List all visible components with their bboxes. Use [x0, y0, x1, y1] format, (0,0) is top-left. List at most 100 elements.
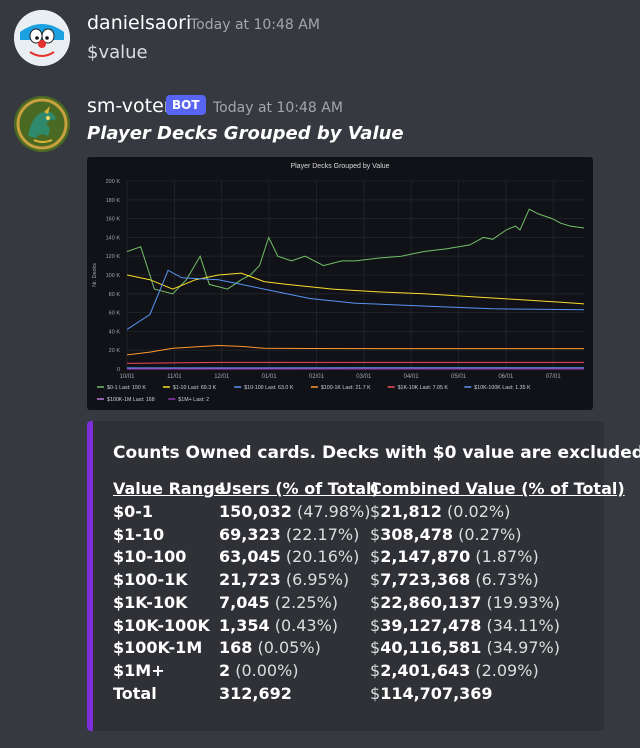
y-tick-label: 0: [117, 367, 120, 373]
value-pct: (2.09%): [470, 660, 539, 680]
range-cell: $1M+: [113, 660, 165, 680]
y-tick-label: 200 K: [106, 179, 121, 185]
value-cell: $22,860,137 (19.93%): [370, 593, 560, 612]
line-chart: Player Decks Grouped by Value 0 20 K 40 K 60…: [92, 163, 585, 403]
chart-title: Player Decks Grouped by Value: [290, 163, 389, 170]
x-tick-label: 01/01: [262, 374, 278, 380]
username[interactable]: sm-voter: [87, 95, 172, 117]
bot-avatar[interactable]: [14, 96, 70, 152]
x-tick-label: 04/01: [404, 374, 420, 380]
users-cell: 150,032 (47.98%): [219, 502, 370, 521]
range-cell: $10-100: [113, 547, 187, 567]
legend-entry: $10K-100K Last: 1.35 K: [474, 385, 531, 391]
legend-entry: $100-1K Last: 21.7 K: [321, 385, 371, 391]
table-row: Total 312,692 $114,707,369: [113, 684, 603, 706]
x-tick-label: 10/01: [119, 374, 135, 380]
users-cell: 63,045 (20.16%): [219, 547, 359, 566]
value-amount: 2,147,870: [380, 547, 471, 567]
value-amount: 2,401,643: [380, 660, 471, 680]
legend-entry: $0-1 Last: 150 K: [107, 385, 146, 391]
users-cell: 7,045 (2.25%): [219, 593, 338, 612]
y-tick-label: 180 K: [106, 198, 121, 204]
users-count: 150,032: [219, 502, 292, 521]
users-cell: 2 (0.00%): [219, 661, 299, 680]
embed-description: Counts Owned cards. Decks with $0 value …: [113, 443, 640, 463]
value-prefix: $: [370, 547, 381, 567]
users-cell: 312,692: [219, 684, 292, 703]
series-line: [126, 361, 584, 364]
users-pct: (2.25%): [269, 592, 339, 612]
y-tick-label: 80 K: [109, 292, 121, 298]
table-row: $100-1K 21,723 (6.95%) $7,723,368 (6.73%): [113, 570, 603, 592]
legend-entry: $100K-1M Last: 168: [107, 397, 155, 403]
value-amount: 7,723,368: [380, 570, 471, 590]
range-cell: $1K-10K: [113, 592, 188, 612]
dragon-avatar-icon: [14, 96, 70, 152]
timestamp: Today at 10:48 AM: [213, 100, 343, 116]
series-line: [126, 208, 585, 295]
users-count: 21,723: [219, 570, 281, 590]
value-prefix: $: [370, 638, 381, 658]
value-pct: (0.27%): [453, 524, 522, 544]
range-cell: Total: [113, 683, 157, 703]
x-tick-label: 07/01: [546, 374, 562, 380]
legend-entry: $1-10 Last: 69.3 K: [173, 385, 217, 391]
table-row: $100K-1M 168 (0.05%) $40,116,581 (34.97%): [113, 638, 603, 660]
value-cell: $40,116,581 (34.97%): [370, 638, 560, 657]
range-cell: $0-1: [113, 502, 154, 521]
value-cell: $21,812 (0.02%): [370, 502, 510, 521]
users-count: 168: [219, 638, 253, 658]
value-cell: $2,147,870 (1.87%): [370, 547, 539, 566]
value-prefix: $: [370, 660, 381, 680]
value-amount: 21,812: [380, 502, 442, 521]
users-count: 7,045: [219, 592, 270, 612]
y-tick-label: 60 K: [109, 311, 121, 317]
range-cell: $10K-100K: [113, 615, 210, 635]
users-cell: 21,723 (6.95%): [219, 570, 349, 589]
header-value-range: Value Range: [113, 479, 226, 498]
value-prefix: $: [370, 592, 381, 612]
users-pct: (0.43%): [269, 615, 339, 635]
header-users: Users (% of Total): [219, 479, 379, 498]
value-pct: (0.02%): [441, 502, 511, 521]
value-amount: 22,860,137: [380, 592, 482, 612]
legend-entry: $10-100 Last: 63.0 K: [244, 385, 294, 391]
y-tick-label: 100 K: [106, 273, 121, 279]
value-amount: 114,707,369: [380, 683, 493, 703]
header-combined-value: Combined Value (% of Total): [370, 479, 625, 498]
value-pct: (34.97%): [481, 638, 560, 658]
value-prefix: $: [370, 615, 381, 635]
x-tick-label: 03/01: [356, 374, 372, 380]
y-axis-label: Nr. Decks: [92, 263, 98, 287]
range-cell: $100K-1M: [113, 638, 203, 658]
users-count: 2: [219, 660, 231, 680]
range-cell: $100-1K: [113, 570, 188, 590]
chart-image[interactable]: Player Decks Grouped by Value 0 20 K 40 K 60…: [87, 157, 593, 410]
y-tick-label: 140 K: [106, 235, 121, 241]
value-cell: $114,707,369: [370, 684, 493, 703]
users-count: 312,692: [219, 683, 292, 703]
series-line: [126, 272, 585, 305]
x-tick-label: 12/01: [214, 374, 230, 380]
users-pct: (0.05%): [252, 638, 321, 658]
y-tick-label: 160 K: [106, 217, 121, 223]
value-cell: $39,127,478 (34.11%): [370, 616, 560, 635]
value-prefix: $: [370, 683, 381, 703]
x-tick-label: 11/01: [167, 374, 182, 380]
embed-card: Counts Owned cards. Decks with $0 value …: [87, 421, 640, 731]
table-row: $1K-10K 7,045 (2.25%) $22,860,137 (19.93%): [113, 593, 603, 615]
value-cell: $2,401,643 (2.09%): [370, 661, 539, 680]
range-cell: $1-10: [113, 524, 165, 544]
value-pct: (1.87%): [470, 547, 539, 567]
value-amount: 39,127,478: [380, 615, 482, 635]
value-prefix: $: [370, 502, 381, 521]
users-count: 1,354: [219, 615, 270, 635]
value-pct: (19.93%): [481, 592, 560, 612]
value-pct: (6.73%): [470, 570, 539, 590]
x-tick-label: 06/01: [498, 374, 514, 380]
value-cell: $308,478 (0.27%): [370, 525, 521, 544]
value-pct: (34.11%): [481, 615, 560, 635]
value-prefix: $: [370, 570, 381, 590]
value-amount: 308,478: [380, 524, 454, 544]
users-cell: 168 (0.05%): [219, 638, 321, 657]
